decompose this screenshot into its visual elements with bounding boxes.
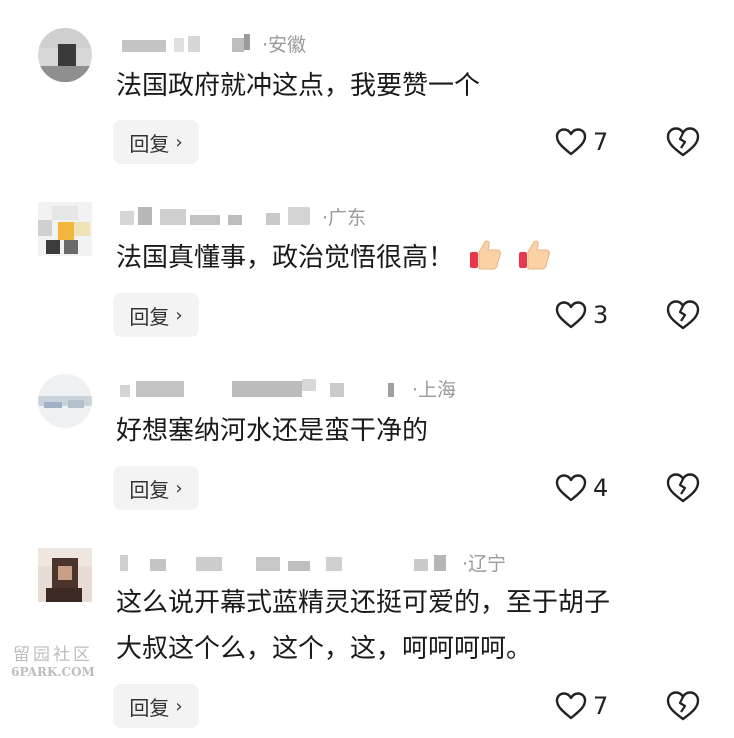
username-mosaic[interactable] [116, 377, 406, 399]
like-button[interactable]: 7 [555, 684, 608, 728]
location-label: ·上海 [412, 378, 457, 401]
heart-outline-icon [555, 692, 587, 720]
avatar[interactable] [38, 202, 92, 256]
watermark-line2: 6PARK.COM [11, 665, 95, 679]
chevron-right-icon: › [175, 477, 183, 499]
avatar[interactable] [38, 374, 92, 428]
like-button[interactable]: 3 [555, 293, 608, 337]
avatar[interactable] [38, 28, 92, 82]
reply-label: 回复 [129, 695, 170, 720]
thumbs-up-emoji [470, 240, 502, 270]
username-row: ·安徽 [116, 30, 306, 56]
comment-text: 法国政府就冲这点，我要赞一个 [116, 71, 481, 101]
reply-button[interactable]: 回复 › [113, 293, 199, 337]
reply-button[interactable]: 回复 › [113, 466, 199, 510]
reply-button[interactable]: 回复 › [113, 684, 199, 728]
like-count: 7 [593, 128, 609, 156]
dislike-button[interactable] [666, 293, 700, 337]
location-label: ·广东 [322, 206, 367, 229]
heart-outline-icon [555, 474, 587, 502]
username-row: ·广东 [116, 203, 366, 229]
reply-label: 回复 [129, 304, 170, 329]
broken-heart-icon [666, 691, 700, 721]
username-row: ·辽宁 [116, 549, 506, 575]
reply-label: 回复 [129, 477, 170, 502]
username-mosaic[interactable] [116, 551, 456, 573]
reply-label: 回复 [129, 131, 170, 156]
watermark-line1: 留园社区 [13, 645, 93, 665]
comment-text: 法国真懂事，政治觉悟很高！ [116, 236, 551, 280]
comment-text-line2: 大叔这个么，这个，这，呵呵呵呵。 [116, 634, 533, 664]
like-button[interactable]: 4 [555, 466, 608, 510]
site-watermark: 留园社区 6PARK.COM [8, 640, 98, 679]
avatar[interactable] [38, 548, 92, 602]
location-label: ·安徽 [262, 33, 307, 56]
like-button[interactable]: 7 [555, 120, 608, 164]
chevron-right-icon: › [175, 304, 183, 326]
dislike-button[interactable] [666, 684, 700, 728]
username-row: ·上海 [116, 375, 456, 401]
comment-text: 好想塞纳河水还是蛮干净的 [116, 416, 429, 446]
chevron-right-icon: › [175, 695, 183, 717]
like-count: 4 [593, 474, 609, 502]
username-mosaic[interactable] [116, 32, 256, 54]
thumbs-up-emoji [518, 240, 550, 270]
comment-text-content: 法国真懂事，政治觉悟很高！ [116, 243, 455, 273]
broken-heart-icon [666, 127, 700, 157]
broken-heart-icon [666, 473, 700, 503]
like-count: 3 [593, 301, 609, 329]
heart-outline-icon [555, 128, 587, 156]
username-mosaic[interactable] [116, 205, 316, 227]
comment-text-line1: 这么说开幕式蓝精灵还挺可爱的，至于胡子 [116, 588, 611, 618]
heart-outline-icon [555, 301, 587, 329]
like-count: 7 [593, 692, 609, 720]
broken-heart-icon [666, 300, 700, 330]
location-label: ·辽宁 [462, 552, 507, 575]
reply-button[interactable]: 回复 › [113, 120, 199, 164]
chevron-right-icon: › [175, 131, 183, 153]
dislike-button[interactable] [666, 120, 700, 164]
dislike-button[interactable] [666, 466, 700, 510]
